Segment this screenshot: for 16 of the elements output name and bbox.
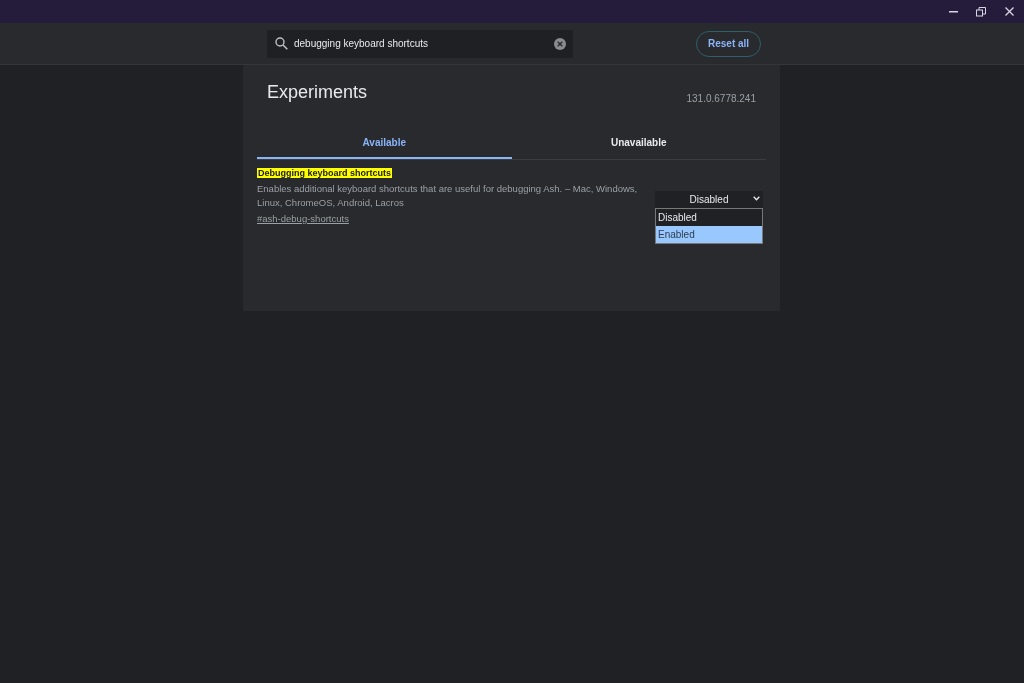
- clear-icon[interactable]: [554, 37, 566, 50]
- experiment-link[interactable]: #ash-debug-shortcuts: [257, 213, 349, 224]
- page-title: Experiments: [267, 82, 368, 104]
- dropdown-option[interactable]: Enabled: [656, 226, 762, 243]
- state-dropdown[interactable]: Disabled: [655, 191, 763, 208]
- restore-icon: [976, 6, 986, 17]
- tab[interactable]: Unavailable: [511, 128, 766, 159]
- minimize-icon: [948, 10, 958, 13]
- experiment-title: Debugging keyboard shortcuts: [257, 168, 392, 178]
- search-icon: [275, 36, 288, 50]
- version-text: 131.0.6778.241: [686, 93, 756, 104]
- search-field[interactable]: debugging keyboard shortcuts: [267, 29, 573, 58]
- experiment-description: Enables additional keyboard shortcuts that are useful for debugging Ash. – Mac, Windows, Linux, ChromeOS, Android, Lacros: [257, 182, 639, 210]
- tab[interactable]: Available: [257, 128, 512, 159]
- close-icon: [1004, 7, 1014, 16]
- caret-icon: [753, 196, 760, 201]
